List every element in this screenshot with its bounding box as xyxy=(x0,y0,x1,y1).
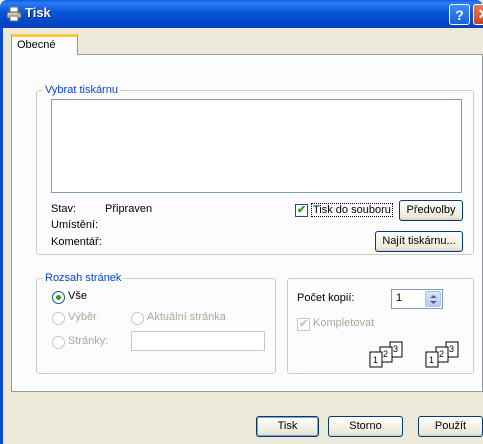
range-current-page-label[interactable]: Aktuální stránka xyxy=(147,311,226,323)
title-bar[interactable]: Tisk ? ✕ xyxy=(0,0,483,28)
tab-label: Obecné xyxy=(17,39,56,51)
copies-count-label: Počet kopií: xyxy=(297,292,355,304)
range-pages-radio[interactable] xyxy=(52,336,65,349)
collate-page-1: 1 xyxy=(373,355,378,365)
range-current-page-radio[interactable] xyxy=(131,312,144,325)
range-all-label[interactable]: Vše xyxy=(68,290,87,302)
copies-count-spinner[interactable]: 1 xyxy=(391,289,443,309)
spinner-arrows-icon[interactable] xyxy=(425,291,441,307)
collate-checkbox[interactable]: ✔ xyxy=(297,318,310,331)
window-title: Tisk xyxy=(25,5,51,20)
collate-page-3: 3 xyxy=(393,344,398,354)
close-button[interactable]: ✕ xyxy=(473,4,483,25)
printer-list[interactable] xyxy=(51,99,462,193)
collate-page-3b: 3 xyxy=(449,344,454,354)
status-label: Stav: xyxy=(51,203,77,215)
print-dialog: Tisk ? ✕ Obecné Vybrat tiskárnu Stav: Př… xyxy=(0,0,483,444)
comment-label: Komentář: xyxy=(51,236,102,248)
checkmark-icon: ✔ xyxy=(299,318,309,330)
copies-count-value[interactable]: 1 xyxy=(396,292,402,304)
location-label: Umístění: xyxy=(51,219,99,231)
find-printer-button[interactable]: Najít tiskárnu... xyxy=(375,231,463,252)
page-range-legend: Rozsah stránek xyxy=(43,272,124,284)
help-button[interactable]: ? xyxy=(449,4,470,25)
print-to-file-label[interactable]: Tisk do souboru xyxy=(311,203,393,217)
range-selection-label[interactable]: Výběr xyxy=(68,311,97,323)
range-pages-label[interactable]: Stránky: xyxy=(68,335,108,347)
printer-group-legend: Vybrat tiskárnu xyxy=(43,84,120,96)
range-all-radio[interactable] xyxy=(52,291,65,304)
collate-page-2b: 2 xyxy=(439,349,444,359)
preferences-button[interactable]: Předvolby xyxy=(399,200,463,221)
cancel-button[interactable]: Storno xyxy=(328,416,403,437)
apply-button[interactable]: Použít xyxy=(418,416,483,437)
printer-icon xyxy=(6,6,22,22)
print-to-file-checkbox[interactable]: ✔ xyxy=(295,204,308,217)
checkmark-icon: ✔ xyxy=(297,204,307,216)
collate-label[interactable]: Kompletovat xyxy=(313,317,374,329)
pages-input[interactable] xyxy=(131,331,265,351)
collate-pages-icon: 3 2 1 3 2 1 xyxy=(369,341,459,368)
range-selection-radio[interactable] xyxy=(52,312,65,325)
window-border xyxy=(0,28,3,444)
print-button[interactable]: Tisk xyxy=(256,416,319,437)
tab-general[interactable]: Obecné xyxy=(11,34,78,55)
radio-selected-dot xyxy=(56,295,61,300)
collate-page-1b: 1 xyxy=(429,355,434,365)
status-value: Připraven xyxy=(105,203,153,215)
collate-page-2: 2 xyxy=(383,349,388,359)
